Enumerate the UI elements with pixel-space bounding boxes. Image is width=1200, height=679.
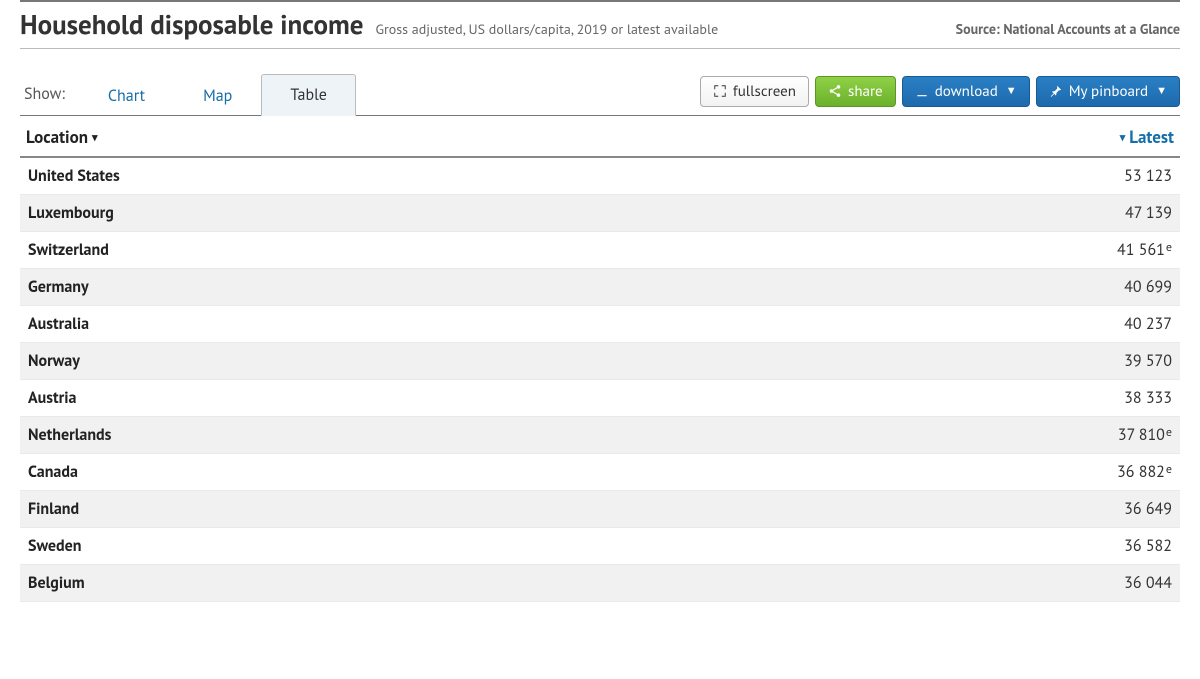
cell-value: 36 582 (1124, 536, 1172, 556)
cell-value-note: e (1166, 462, 1172, 477)
table-row[interactable]: United States 53 123 (20, 158, 1180, 195)
column-header-location[interactable]: Location ▾ (26, 126, 98, 148)
sort-caret-icon: ▾ (1120, 131, 1126, 145)
data-table: Location ▾ ▾ Latest United States 53 123 L… (20, 116, 1180, 602)
cell-value: 47 139 (1125, 203, 1172, 223)
cell-value-number: 40 699 (1124, 277, 1172, 297)
cell-location: Luxembourg (28, 203, 114, 223)
cell-location: Germany (28, 277, 89, 297)
column-header-latest[interactable]: ▾ Latest (1120, 126, 1174, 148)
cell-value-number: 38 333 (1124, 388, 1172, 408)
cell-value: 39 570 (1124, 351, 1172, 371)
download-button[interactable]: download ▼ (902, 76, 1030, 107)
cell-location: Netherlands (28, 425, 111, 445)
cell-value: 40 699 (1124, 277, 1172, 297)
download-label: download (935, 82, 998, 101)
table-row[interactable]: Finland 36 649 (20, 491, 1180, 528)
source-prefix: Source: (956, 20, 1004, 38)
cell-value: 40 237 (1124, 314, 1172, 334)
table-body: United States 53 123 Luxembourg 47 139 Switz… (20, 158, 1180, 602)
cell-value: 53 123 (1124, 166, 1172, 186)
cell-value-note: e (1166, 240, 1172, 255)
cell-value-number: 37 810 (1118, 425, 1165, 445)
cell-location: Canada (28, 462, 78, 482)
cell-location: Finland (28, 499, 79, 519)
chevron-down-icon: ▼ (1006, 84, 1017, 98)
cell-value-number: 36 582 (1124, 536, 1172, 556)
cell-value-number: 36 044 (1124, 573, 1172, 593)
share-icon (828, 84, 842, 98)
view-tabs: Show: Chart Map Table (20, 73, 356, 115)
show-label: Show: (20, 76, 79, 112)
table-row[interactable]: Belgium 36 044 (20, 565, 1180, 602)
top-divider (20, 0, 1180, 2)
table-row[interactable]: Switzerland 41 561e (20, 232, 1180, 269)
cell-location: Sweden (28, 536, 81, 556)
fullscreen-label: fullscreen (733, 82, 796, 101)
page-header: Household disposable income Gross adjust… (20, 8, 1180, 49)
cell-value-number: 36 882 (1117, 462, 1165, 482)
cell-value-note: e (1166, 425, 1172, 440)
cell-location: Austria (28, 388, 76, 408)
toolbar: Show: Chart Map Table fullscreen share (20, 73, 1180, 116)
sort-caret-icon: ▾ (92, 131, 98, 145)
table-row[interactable]: Sweden 36 582 (20, 528, 1180, 565)
column-header-location-label: Location (26, 126, 88, 148)
tab-chart[interactable]: Chart (79, 75, 174, 116)
cell-value: 36 649 (1124, 499, 1172, 519)
cell-value-number: 36 649 (1124, 499, 1172, 519)
table-row[interactable]: Norway 39 570 (20, 343, 1180, 380)
page-subtitle: Gross adjusted, US dollars/capita, 2019 … (375, 20, 718, 38)
cell-location: Switzerland (28, 240, 109, 260)
table-row[interactable]: Australia 40 237 (20, 306, 1180, 343)
table-row[interactable]: Canada 36 882e (20, 454, 1180, 491)
table-row[interactable]: Netherlands 37 810e (20, 417, 1180, 454)
page-title: Household disposable income (20, 8, 363, 42)
cell-value-number: 40 237 (1124, 314, 1172, 334)
pinboard-label: My pinboard (1069, 82, 1148, 101)
tab-map[interactable]: Map (174, 75, 261, 116)
cell-value: 36 044 (1124, 573, 1172, 593)
cell-value-number: 39 570 (1124, 351, 1172, 371)
pinboard-button[interactable]: My pinboard ▼ (1036, 76, 1180, 107)
cell-location: Belgium (28, 573, 85, 593)
pin-icon (1049, 84, 1063, 98)
download-icon (915, 84, 929, 98)
cell-location: United States (28, 166, 120, 186)
cell-location: Australia (28, 314, 89, 334)
fullscreen-button[interactable]: fullscreen (700, 76, 809, 107)
source-label: Source: National Accounts at a Glance (956, 20, 1180, 38)
table-row[interactable]: Luxembourg 47 139 (20, 195, 1180, 232)
table-row[interactable]: Austria 38 333 (20, 380, 1180, 417)
cell-location: Norway (28, 351, 80, 371)
share-label: share (848, 82, 883, 101)
cell-value-number: 41 561 (1117, 240, 1165, 260)
column-header-latest-label: Latest (1129, 126, 1174, 148)
table-row[interactable]: Germany 40 699 (20, 269, 1180, 306)
chevron-down-icon: ▼ (1156, 84, 1167, 98)
action-buttons: fullscreen share download ▼ (700, 76, 1180, 113)
share-button[interactable]: share (815, 76, 896, 107)
table-header: Location ▾ ▾ Latest (20, 116, 1180, 158)
cell-value: 37 810e (1118, 425, 1172, 445)
cell-value: 38 333 (1124, 388, 1172, 408)
tab-table[interactable]: Table (261, 74, 356, 116)
cell-value: 41 561e (1117, 240, 1172, 260)
source-name: National Accounts at a Glance (1003, 20, 1180, 38)
cell-value: 36 882e (1117, 462, 1172, 482)
cell-value-number: 53 123 (1124, 166, 1172, 186)
cell-value-number: 47 139 (1125, 203, 1172, 223)
fullscreen-icon (713, 84, 727, 98)
